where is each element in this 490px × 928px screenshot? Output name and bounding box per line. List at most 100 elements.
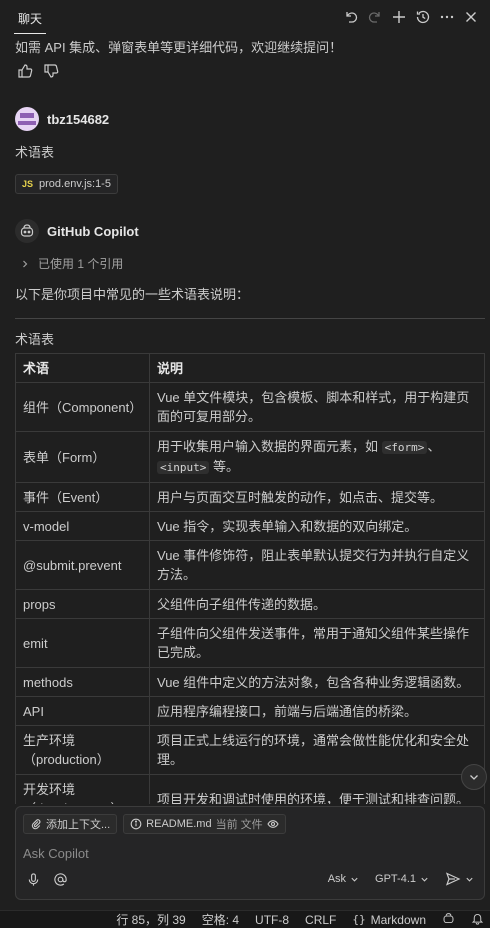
feedback-buttons	[17, 63, 59, 82]
term-cell: props	[15, 589, 150, 619]
status-bar: 行 85，列 39 空格: 4 UTF-8 CRLF {} Markdown	[0, 910, 490, 928]
copilot-status-icon[interactable]	[442, 912, 455, 928]
mode-label: Ask	[327, 873, 347, 885]
table-row: API 应用程序编程接口，前端与后端通信的桥梁。	[15, 696, 485, 726]
language-label: Markdown	[370, 912, 426, 927]
term-cell: emit	[15, 618, 150, 668]
indentation[interactable]: 空格: 4	[202, 911, 239, 928]
mode-dropdown[interactable]: Ask	[328, 873, 359, 885]
inline-code: <form>	[381, 441, 428, 454]
info-icon	[130, 818, 142, 830]
desc-cell: 项目开发和调试时使用的环境，便于测试和排查问题。	[149, 774, 485, 804]
header-actions	[342, 8, 480, 26]
language-mode[interactable]: {} Markdown	[352, 913, 426, 927]
user-name: tbz154682	[47, 111, 110, 127]
desc-cell: Vue 指令，实现表单输入和数据的双向绑定。	[149, 511, 485, 541]
user-message: 术语表	[15, 145, 55, 160]
add-context-button[interactable]: 添加上下文...	[23, 814, 118, 834]
desc-text: 、	[427, 439, 441, 454]
desc-cell: 用户与页面交互时触发的动作，如点击、提交等。	[149, 482, 485, 512]
copilot-intro: 以下是你项目中常见的一些术语表说明：	[15, 287, 250, 302]
add-context-label: 添加上下文...	[46, 819, 111, 831]
inline-code: <input>	[157, 461, 210, 474]
readme-label: README.md	[146, 818, 212, 830]
desc-text: 等。	[209, 459, 239, 474]
glossary-table: 术语 说明 组件（Component） Vue 单文件模块，包含模板、脚本和样式…	[15, 353, 485, 804]
cursor-position[interactable]: 行 85，列 39	[116, 911, 185, 928]
copilot-header: GitHub Copilot	[15, 219, 139, 243]
term-cell: 生产环境（production）	[15, 725, 150, 775]
tab-chat[interactable]: 聊天	[14, 2, 47, 34]
paperclip-icon	[31, 819, 41, 830]
term-cell: 事件（Event）	[15, 482, 150, 512]
line-ending[interactable]: CRLF	[305, 913, 336, 927]
column-header-desc: 说明	[149, 353, 485, 383]
history-icon[interactable]	[414, 8, 432, 26]
current-file-note: 当前 文件	[215, 819, 263, 831]
desc-cell: 父组件向子组件传递的数据。	[149, 589, 485, 619]
table-row: 组件（Component） Vue 单文件模块，包含模板、脚本和样式，用于构建页…	[15, 382, 485, 432]
model-label: GPT-4.1	[375, 873, 416, 885]
table-row: emit 子组件向父组件发送事件，常用于通知父组件某些操作已完成。	[15, 618, 485, 668]
desc-text: 用于收集用户输入数据的界面元素，如	[157, 439, 382, 454]
scroll-to-bottom-button[interactable]	[461, 764, 487, 790]
send-button[interactable]	[445, 871, 474, 887]
table-row: 生产环境（production） 项目正式上线运行的环境，通常会做性能优化和安全…	[15, 725, 485, 775]
table-row: methods Vue 组件中定义的方法对象，包含各种业务逻辑函数。	[15, 667, 485, 697]
divider	[15, 318, 485, 319]
table-row: v-model Vue 指令，实现表单输入和数据的双向绑定。	[15, 511, 485, 541]
chat-transcript[interactable]: 如需 API 集成、弹窗表单等更详细代码，欢迎继续提问！ tbz154682 术…	[0, 34, 490, 804]
copilot-name: GitHub Copilot	[47, 223, 139, 239]
readme-context-chip[interactable]: README.md 当前 文件	[123, 814, 286, 834]
desc-cell: 应用程序编程接口，前端与后端通信的桥梁。	[149, 696, 485, 726]
input-tools-right: Ask GPT-4.1	[328, 871, 474, 887]
javascript-file-icon: JS	[22, 179, 34, 189]
new-chat-icon[interactable]	[390, 8, 408, 26]
table-row: @submit.prevent Vue 事件修饰符，阻止表单默认提交行为并执行自…	[15, 540, 485, 590]
desc-cell: Vue 单文件模块，包含模板、脚本和样式，用于构建页面的可复用部分。	[149, 382, 485, 432]
term-cell: v-model	[15, 511, 150, 541]
attachment-label: prod.env.js:1-5	[39, 178, 111, 190]
chat-input-box: 添加上下文... README.md 当前 文件 Ask GPT-4.1	[15, 806, 485, 900]
undo-icon[interactable]	[342, 8, 360, 26]
term-cell: methods	[15, 667, 150, 697]
table-row: 事件（Event） 用户与页面交互时触发的动作，如点击、提交等。	[15, 482, 485, 512]
copilot-icon	[15, 219, 39, 243]
desc-cell: Vue 事件修饰符，阻止表单默认提交行为并执行自定义方法。	[149, 540, 485, 590]
desc-cell: 用于收集用户输入数据的界面元素，如 <form>、 <input> 等。	[149, 431, 485, 483]
desc-cell: 项目正式上线运行的环境，通常会做性能优化和安全处理。	[149, 725, 485, 775]
send-icon	[445, 872, 461, 886]
term-cell: @submit.prevent	[15, 540, 150, 590]
more-icon[interactable]	[438, 8, 456, 26]
eye-icon[interactable]	[267, 818, 279, 830]
input-tools-left	[26, 872, 68, 890]
term-cell: 组件（Component）	[15, 382, 150, 432]
model-dropdown[interactable]: GPT-4.1	[375, 873, 429, 885]
context-chips: 添加上下文... README.md 当前 文件	[23, 814, 286, 834]
references-toggle[interactable]: 已使用 1 个引用	[20, 255, 123, 272]
term-cell: API	[15, 696, 150, 726]
desc-cell: 子组件向父组件发送事件，常用于通知父组件某些操作已完成。	[149, 618, 485, 668]
mention-icon[interactable]	[53, 872, 68, 890]
desc-cell: Vue 组件中定义的方法对象，包含各种业务逻辑函数。	[149, 667, 485, 697]
column-header-term: 术语	[15, 353, 150, 383]
table-header-row: 术语 说明	[15, 353, 485, 383]
ask-copilot-input[interactable]	[23, 843, 473, 863]
table-row: props 父组件向子组件传递的数据。	[15, 589, 485, 619]
microphone-icon[interactable]	[26, 872, 41, 890]
chevron-right-icon	[23, 260, 28, 267]
chat-header: 聊天	[0, 0, 490, 34]
chevron-down-icon[interactable]	[465, 875, 474, 884]
attachment-chip[interactable]: JS prod.env.js:1-5	[15, 174, 118, 194]
close-icon[interactable]	[462, 8, 480, 26]
thumbs-up-icon[interactable]	[17, 63, 33, 82]
chevron-down-icon	[470, 775, 478, 780]
thumbs-down-icon[interactable]	[43, 63, 59, 82]
term-cell: 表单（Form）	[15, 431, 150, 483]
table-heading: 术语表	[15, 332, 55, 347]
redo-icon[interactable]	[366, 8, 384, 26]
notifications-icon[interactable]	[471, 912, 484, 928]
encoding[interactable]: UTF-8	[255, 913, 289, 927]
braces-icon: {}	[352, 913, 366, 926]
table-row: 表单（Form） 用于收集用户输入数据的界面元素，如 <form>、 <input…	[15, 431, 485, 483]
